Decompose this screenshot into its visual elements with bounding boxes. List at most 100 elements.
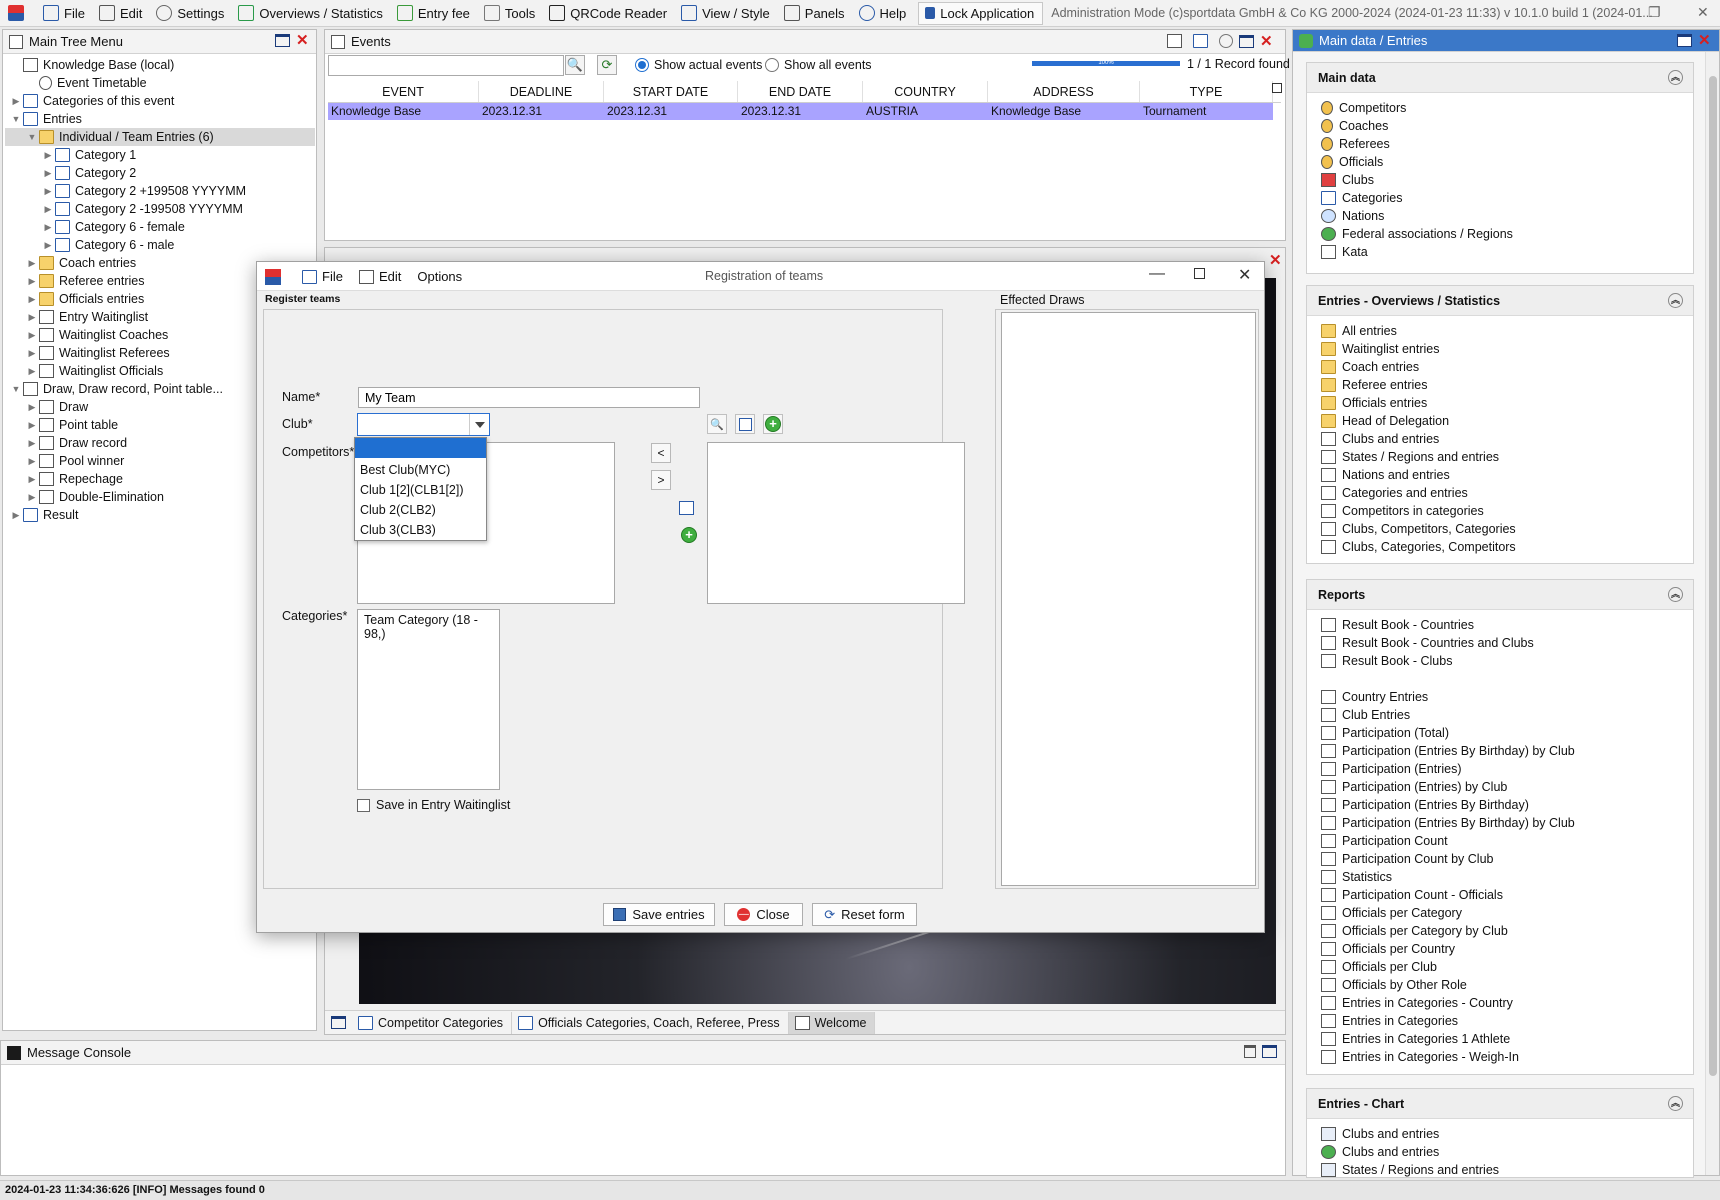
tree-item[interactable]: ▼ Individual / Team Entries (6) xyxy=(5,128,315,146)
menu-panels[interactable]: Panels xyxy=(778,0,853,27)
add-club-button[interactable]: + xyxy=(763,414,783,434)
list-item[interactable]: Team Category (18 - 98,) xyxy=(364,613,493,641)
club-option[interactable]: Best Club(MYC) xyxy=(355,460,486,480)
dialog-minimize-button[interactable]: — xyxy=(1149,265,1165,283)
tree-item[interactable]: ▶ Category 2 -199508 YYYYMM xyxy=(9,200,315,218)
expand-toggle-icon[interactable]: ▶ xyxy=(25,348,39,359)
maximize-right-button[interactable] xyxy=(1677,34,1692,47)
expand-toggle-icon[interactable]: ▶ xyxy=(41,204,55,215)
tab-bar-toggle-icon[interactable] xyxy=(331,1016,346,1029)
tree-item[interactable]: ▶ Category 1 xyxy=(9,146,315,164)
menu-tools[interactable]: Tools xyxy=(478,0,543,27)
section-link[interactable]: Officials per Category xyxy=(1307,904,1693,922)
column-header[interactable]: EVENT xyxy=(328,81,479,102)
section-link[interactable]: Officials by Other Role xyxy=(1307,976,1693,994)
menu-edit[interactable]: Edit xyxy=(93,0,150,27)
tree-item[interactable]: ▶ Category 6 - male xyxy=(9,236,315,254)
reset-form-button[interactable]: ⟳ Reset form xyxy=(812,903,917,926)
tree-item[interactable]: ▶ Categories of this event xyxy=(9,92,315,110)
save-entries-button[interactable]: Save entries xyxy=(603,903,715,926)
close-window-button[interactable]: ✕ xyxy=(1697,4,1709,21)
section-link[interactable]: Club Entries xyxy=(1307,706,1693,724)
section-link[interactable]: Nations and entries xyxy=(1307,466,1693,484)
expand-toggle-icon[interactable]: ▼ xyxy=(9,114,23,124)
lock-application-button[interactable]: Lock Application xyxy=(918,1,1044,25)
section-link[interactable]: Entries in Categories 1 Athlete xyxy=(1307,1030,1693,1048)
section-link[interactable]: Referee entries xyxy=(1307,376,1693,394)
refresh-icon[interactable] xyxy=(1219,34,1233,48)
expand-toggle-icon[interactable]: ▶ xyxy=(25,438,39,449)
expand-toggle-icon[interactable]: ▶ xyxy=(25,402,39,413)
section-link[interactable]: Clubs and entries xyxy=(1307,1143,1693,1161)
expand-toggle-icon[interactable]: ▶ xyxy=(25,420,39,431)
section-link[interactable]: Officials per Club xyxy=(1307,958,1693,976)
menu-settings[interactable]: Settings xyxy=(150,0,232,27)
section-link[interactable]: All entries xyxy=(1307,322,1693,340)
search-club-button[interactable]: 🔍 xyxy=(707,414,727,434)
close-panel-button[interactable]: ✕ xyxy=(296,33,309,48)
add-competitor-button[interactable]: + xyxy=(679,525,699,545)
dialog-menu-options[interactable]: Options xyxy=(410,269,469,284)
radio-all-events[interactable]: Show all events xyxy=(765,58,872,72)
section-link[interactable]: Participation (Entries) xyxy=(1307,760,1693,778)
section-link[interactable]: Entries in Categories - Country xyxy=(1307,994,1693,1012)
collapse-icon[interactable]: ︽ xyxy=(1668,293,1683,308)
tree-item[interactable]: ▶ Category 2 xyxy=(9,164,315,182)
expand-toggle-icon[interactable]: ▶ xyxy=(25,456,39,467)
dialog-menu-edit[interactable]: Edit xyxy=(352,269,408,284)
expand-toggle-icon[interactable]: ▶ xyxy=(25,366,39,377)
menu-help[interactable]: Help xyxy=(853,0,915,27)
maximize-events-button[interactable] xyxy=(1239,34,1254,48)
section-header[interactable]: Main data ︽ xyxy=(1307,63,1693,93)
restore-window-button[interactable]: ❐ xyxy=(1648,4,1661,21)
section-link[interactable]: Participation (Entries) by Club xyxy=(1307,778,1693,796)
expand-toggle-icon[interactable]: ▶ xyxy=(25,492,39,503)
club-option[interactable]: Club 1[2](CLB1[2]) xyxy=(355,480,486,500)
move-left-button[interactable]: < xyxy=(651,443,671,463)
expand-toggle-icon[interactable]: ▶ xyxy=(9,510,23,521)
section-link[interactable]: Categories xyxy=(1307,189,1693,207)
section-link[interactable]: Coaches xyxy=(1307,117,1693,135)
maximize-panel-button[interactable] xyxy=(275,34,290,47)
section-link[interactable]: Result Book - Countries xyxy=(1307,616,1693,634)
section-link[interactable]: Officials xyxy=(1307,153,1693,171)
effected-draws-list[interactable] xyxy=(1001,312,1256,886)
categories-list[interactable]: Team Category (18 - 98,) xyxy=(357,609,500,790)
expand-toggle-icon[interactable]: ▶ xyxy=(25,258,39,269)
column-header[interactable]: DEADLINE xyxy=(479,81,604,102)
expand-toggle-icon[interactable]: ▶ xyxy=(25,294,39,305)
section-link[interactable]: Competitors xyxy=(1307,99,1693,117)
section-link[interactable]: Participation Count by Club xyxy=(1307,850,1693,868)
export-icon[interactable] xyxy=(1167,34,1182,48)
section-link[interactable]: Officials per Category by Club xyxy=(1307,922,1693,940)
section-link[interactable]: Participation (Entries By Birthday) by C… xyxy=(1307,742,1693,760)
section-link[interactable]: Head of Delegation xyxy=(1307,412,1693,430)
close-center-button[interactable]: ✕ xyxy=(1269,253,1282,268)
events-search-input[interactable] xyxy=(328,55,564,76)
section-link[interactable]: Statistics xyxy=(1307,868,1693,886)
close-right-button[interactable]: ✕ xyxy=(1698,33,1711,48)
menu-view-style[interactable]: View / Style xyxy=(675,0,778,27)
section-link[interactable]: States / Regions and entries xyxy=(1307,1161,1693,1177)
column-header[interactable]: END DATE xyxy=(738,81,863,102)
section-header[interactable]: Entries - Overviews / Statistics ︽ xyxy=(1307,286,1693,316)
edit-competitor-button[interactable] xyxy=(679,498,699,518)
column-header[interactable]: ADDRESS xyxy=(988,81,1140,102)
section-link[interactable]: Officials per Country xyxy=(1307,940,1693,958)
section-link[interactable]: Referees xyxy=(1307,135,1693,153)
expand-toggle-icon[interactable]: ▶ xyxy=(41,222,55,233)
club-option[interactable] xyxy=(355,438,486,458)
section-link[interactable]: Coach entries xyxy=(1307,358,1693,376)
expand-toggle-icon[interactable]: ▶ xyxy=(41,240,55,251)
column-header[interactable]: COUNTRY xyxy=(863,81,988,102)
table-row[interactable]: Knowledge Base 2023.12.31 2023.12.31 2023.1… xyxy=(328,103,1273,120)
tree-item[interactable]: ▶ Category 2 +199508 YYYYMM xyxy=(9,182,315,200)
tab-welcome[interactable]: Welcome xyxy=(788,1011,876,1034)
expand-toggle-icon[interactable]: ▶ xyxy=(9,96,23,107)
competitors-selected-list[interactable] xyxy=(707,442,965,604)
section-link[interactable]: Participation Count - Officials xyxy=(1307,886,1693,904)
section-link[interactable]: Result Book - Countries and Clubs xyxy=(1307,634,1693,652)
expand-toggle-icon[interactable]: ▶ xyxy=(25,312,39,323)
expand-toggle-icon[interactable]: ▶ xyxy=(41,186,55,197)
section-link[interactable]: Participation Count xyxy=(1307,832,1693,850)
